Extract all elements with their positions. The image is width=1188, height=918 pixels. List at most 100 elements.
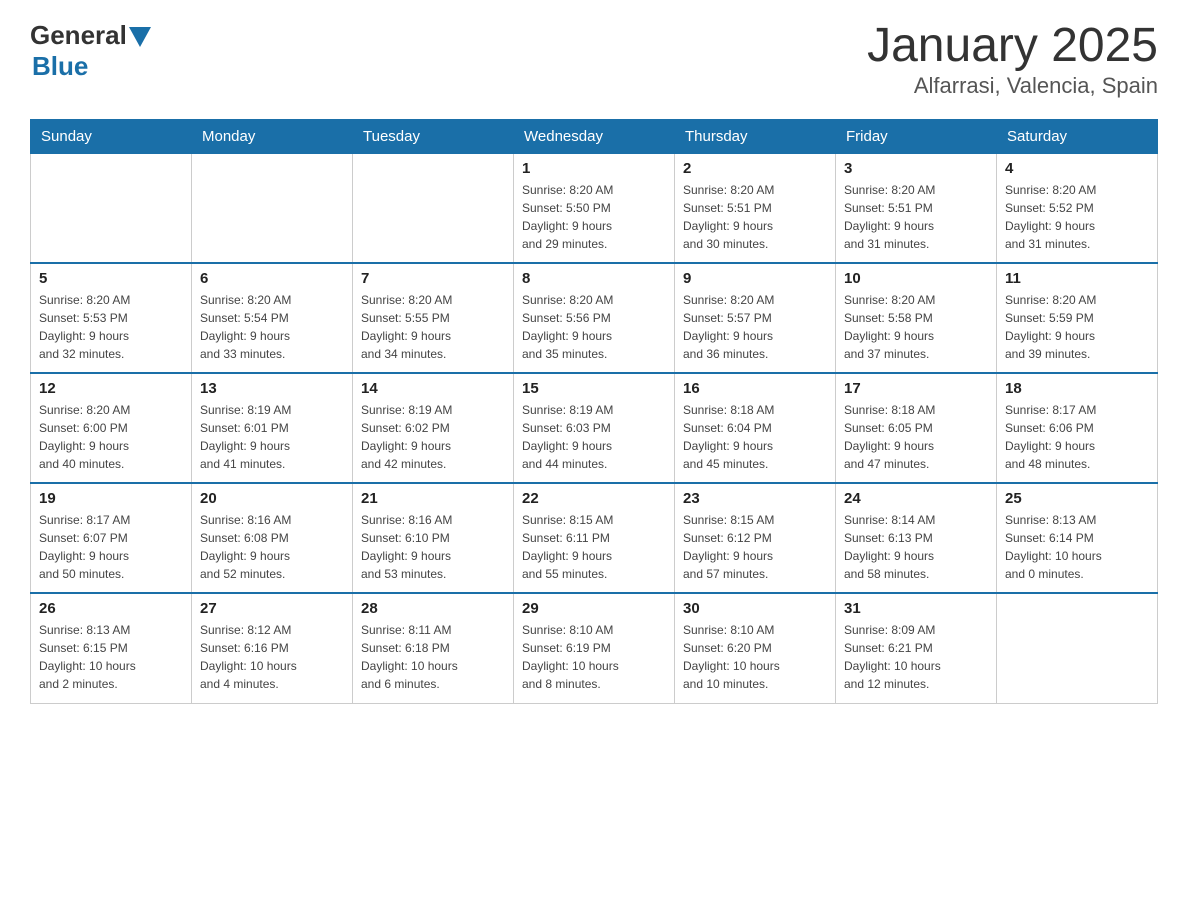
calendar-day-cell: 17 Sunrise: 8:18 AM Sunset: 6:05 PM Dayli… [836, 373, 997, 483]
calendar-week-row: 26Sunrise: 8:13 AM Sunset: 6:15 PM Dayli… [31, 593, 1158, 703]
calendar-day-cell: 11 Sunrise: 8:20 AM Sunset: 5:59 PM Dayli… [997, 263, 1158, 373]
calendar-header-sunday: Sunday [31, 119, 192, 153]
day-number: 19 [39, 490, 183, 507]
day-number: 31 [844, 600, 988, 617]
day-info: Sunrise: 8:20 AM Sunset: 5:53 PM Dayligh… [39, 291, 183, 363]
calendar-day-cell: 12Sunrise: 8:20 AM Sunset: 6:00 PM Dayli… [31, 373, 192, 483]
day-number: 27 [200, 600, 344, 617]
calendar-day-cell: 26Sunrise: 8:13 AM Sunset: 6:15 PM Dayli… [31, 593, 192, 703]
day-info: Sunrise: 8:18 AM Sunset: 6:05 PM Dayligh… [844, 401, 988, 473]
day-info: Sunrise: 8:17 AM Sunset: 6:07 PM Dayligh… [39, 511, 183, 583]
calendar-header-monday: Monday [192, 119, 353, 153]
day-info: Sunrise: 8:20 AM Sunset: 5:54 PM Dayligh… [200, 291, 344, 363]
calendar-day-cell: 30 Sunrise: 8:10 AM Sunset: 6:20 PM Dayli… [675, 593, 836, 703]
day-number: 7 [361, 270, 505, 287]
calendar-day-cell: 16Sunrise: 8:18 AM Sunset: 6:04 PM Dayli… [675, 373, 836, 483]
title-block: January 2025 Alfarrasi, Valencia, Spain [867, 20, 1158, 99]
calendar-day-cell: 10 Sunrise: 8:20 AM Sunset: 5:58 PM Dayli… [836, 263, 997, 373]
calendar-week-row: 1Sunrise: 8:20 AM Sunset: 5:50 PM Daylig… [31, 153, 1158, 263]
calendar-week-row: 19 Sunrise: 8:17 AM Sunset: 6:07 PM Dayli… [31, 483, 1158, 593]
day-number: 8 [522, 270, 666, 287]
day-info: Sunrise: 8:14 AM Sunset: 6:13 PM Dayligh… [844, 511, 988, 583]
day-number: 26 [39, 600, 183, 617]
page-subtitle: Alfarrasi, Valencia, Spain [867, 73, 1158, 99]
calendar-day-cell: 19 Sunrise: 8:17 AM Sunset: 6:07 PM Dayli… [31, 483, 192, 593]
calendar-day-cell: 8 Sunrise: 8:20 AM Sunset: 5:56 PM Daylig… [514, 263, 675, 373]
calendar-day-cell: 3Sunrise: 8:20 AM Sunset: 5:51 PM Daylig… [836, 153, 997, 263]
day-info: Sunrise: 8:10 AM Sunset: 6:20 PM Dayligh… [683, 621, 827, 693]
calendar-header-friday: Friday [836, 119, 997, 153]
calendar-day-cell: 6 Sunrise: 8:20 AM Sunset: 5:54 PM Daylig… [192, 263, 353, 373]
calendar-day-cell: 31 Sunrise: 8:09 AM Sunset: 6:21 PM Dayli… [836, 593, 997, 703]
day-number: 9 [683, 270, 827, 287]
calendar-day-cell: 13 Sunrise: 8:19 AM Sunset: 6:01 PM Dayli… [192, 373, 353, 483]
day-info: Sunrise: 8:11 AM Sunset: 6:18 PM Dayligh… [361, 621, 505, 693]
day-info: Sunrise: 8:12 AM Sunset: 6:16 PM Dayligh… [200, 621, 344, 693]
calendar-header-saturday: Saturday [997, 119, 1158, 153]
day-number: 2 [683, 160, 827, 177]
day-info: Sunrise: 8:09 AM Sunset: 6:21 PM Dayligh… [844, 621, 988, 693]
day-number: 12 [39, 380, 183, 397]
calendar-day-cell: 9 Sunrise: 8:20 AM Sunset: 5:57 PM Daylig… [675, 263, 836, 373]
calendar-day-cell: 20 Sunrise: 8:16 AM Sunset: 6:08 PM Dayli… [192, 483, 353, 593]
calendar-header-thursday: Thursday [675, 119, 836, 153]
day-info: Sunrise: 8:20 AM Sunset: 5:56 PM Dayligh… [522, 291, 666, 363]
day-info: Sunrise: 8:20 AM Sunset: 5:57 PM Dayligh… [683, 291, 827, 363]
calendar-table: SundayMondayTuesdayWednesdayThursdayFrid… [30, 119, 1158, 704]
calendar-header-wednesday: Wednesday [514, 119, 675, 153]
day-number: 24 [844, 490, 988, 507]
calendar-day-cell: 1Sunrise: 8:20 AM Sunset: 5:50 PM Daylig… [514, 153, 675, 263]
day-info: Sunrise: 8:17 AM Sunset: 6:06 PM Dayligh… [1005, 401, 1149, 473]
logo: General Blue [30, 20, 151, 82]
day-number: 15 [522, 380, 666, 397]
day-number: 17 [844, 380, 988, 397]
day-info: Sunrise: 8:20 AM Sunset: 5:59 PM Dayligh… [1005, 291, 1149, 363]
day-info: Sunrise: 8:16 AM Sunset: 6:08 PM Dayligh… [200, 511, 344, 583]
calendar-day-cell: 28 Sunrise: 8:11 AM Sunset: 6:18 PM Dayli… [353, 593, 514, 703]
day-info: Sunrise: 8:19 AM Sunset: 6:01 PM Dayligh… [200, 401, 344, 473]
day-number: 25 [1005, 490, 1149, 507]
day-number: 21 [361, 490, 505, 507]
page-header: General Blue January 2025 Alfarrasi, Val… [30, 20, 1158, 99]
calendar-day-cell: 22Sunrise: 8:15 AM Sunset: 6:11 PM Dayli… [514, 483, 675, 593]
day-number: 5 [39, 270, 183, 287]
day-number: 11 [1005, 270, 1149, 287]
day-number: 30 [683, 600, 827, 617]
day-number: 4 [1005, 160, 1149, 177]
day-number: 18 [1005, 380, 1149, 397]
calendar-day-cell [192, 153, 353, 263]
day-info: Sunrise: 8:20 AM Sunset: 5:51 PM Dayligh… [683, 181, 827, 253]
day-info: Sunrise: 8:20 AM Sunset: 5:58 PM Dayligh… [844, 291, 988, 363]
calendar-header-row: SundayMondayTuesdayWednesdayThursdayFrid… [31, 119, 1158, 153]
calendar-day-cell [997, 593, 1158, 703]
logo-general-text: General [30, 20, 127, 51]
day-number: 3 [844, 160, 988, 177]
day-number: 6 [200, 270, 344, 287]
day-number: 23 [683, 490, 827, 507]
calendar-day-cell: 2 Sunrise: 8:20 AM Sunset: 5:51 PM Daylig… [675, 153, 836, 263]
day-info: Sunrise: 8:15 AM Sunset: 6:12 PM Dayligh… [683, 511, 827, 583]
day-info: Sunrise: 8:16 AM Sunset: 6:10 PM Dayligh… [361, 511, 505, 583]
day-number: 28 [361, 600, 505, 617]
calendar-day-cell: 5 Sunrise: 8:20 AM Sunset: 5:53 PM Daylig… [31, 263, 192, 373]
logo-triangle-icon [129, 27, 151, 47]
day-info: Sunrise: 8:15 AM Sunset: 6:11 PM Dayligh… [522, 511, 666, 583]
day-number: 29 [522, 600, 666, 617]
calendar-day-cell: 7 Sunrise: 8:20 AM Sunset: 5:55 PM Daylig… [353, 263, 514, 373]
calendar-header-tuesday: Tuesday [353, 119, 514, 153]
day-number: 16 [683, 380, 827, 397]
calendar-day-cell: 29Sunrise: 8:10 AM Sunset: 6:19 PM Dayli… [514, 593, 675, 703]
calendar-week-row: 12Sunrise: 8:20 AM Sunset: 6:00 PM Dayli… [31, 373, 1158, 483]
page-title: January 2025 [867, 20, 1158, 73]
calendar-day-cell: 24 Sunrise: 8:14 AM Sunset: 6:13 PM Dayli… [836, 483, 997, 593]
day-info: Sunrise: 8:20 AM Sunset: 5:55 PM Dayligh… [361, 291, 505, 363]
calendar-week-row: 5 Sunrise: 8:20 AM Sunset: 5:53 PM Daylig… [31, 263, 1158, 373]
day-info: Sunrise: 8:19 AM Sunset: 6:03 PM Dayligh… [522, 401, 666, 473]
day-number: 13 [200, 380, 344, 397]
calendar-day-cell [353, 153, 514, 263]
day-number: 20 [200, 490, 344, 507]
day-info: Sunrise: 8:20 AM Sunset: 5:52 PM Dayligh… [1005, 181, 1149, 253]
day-info: Sunrise: 8:19 AM Sunset: 6:02 PM Dayligh… [361, 401, 505, 473]
day-number: 10 [844, 270, 988, 287]
calendar-day-cell: 14Sunrise: 8:19 AM Sunset: 6:02 PM Dayli… [353, 373, 514, 483]
